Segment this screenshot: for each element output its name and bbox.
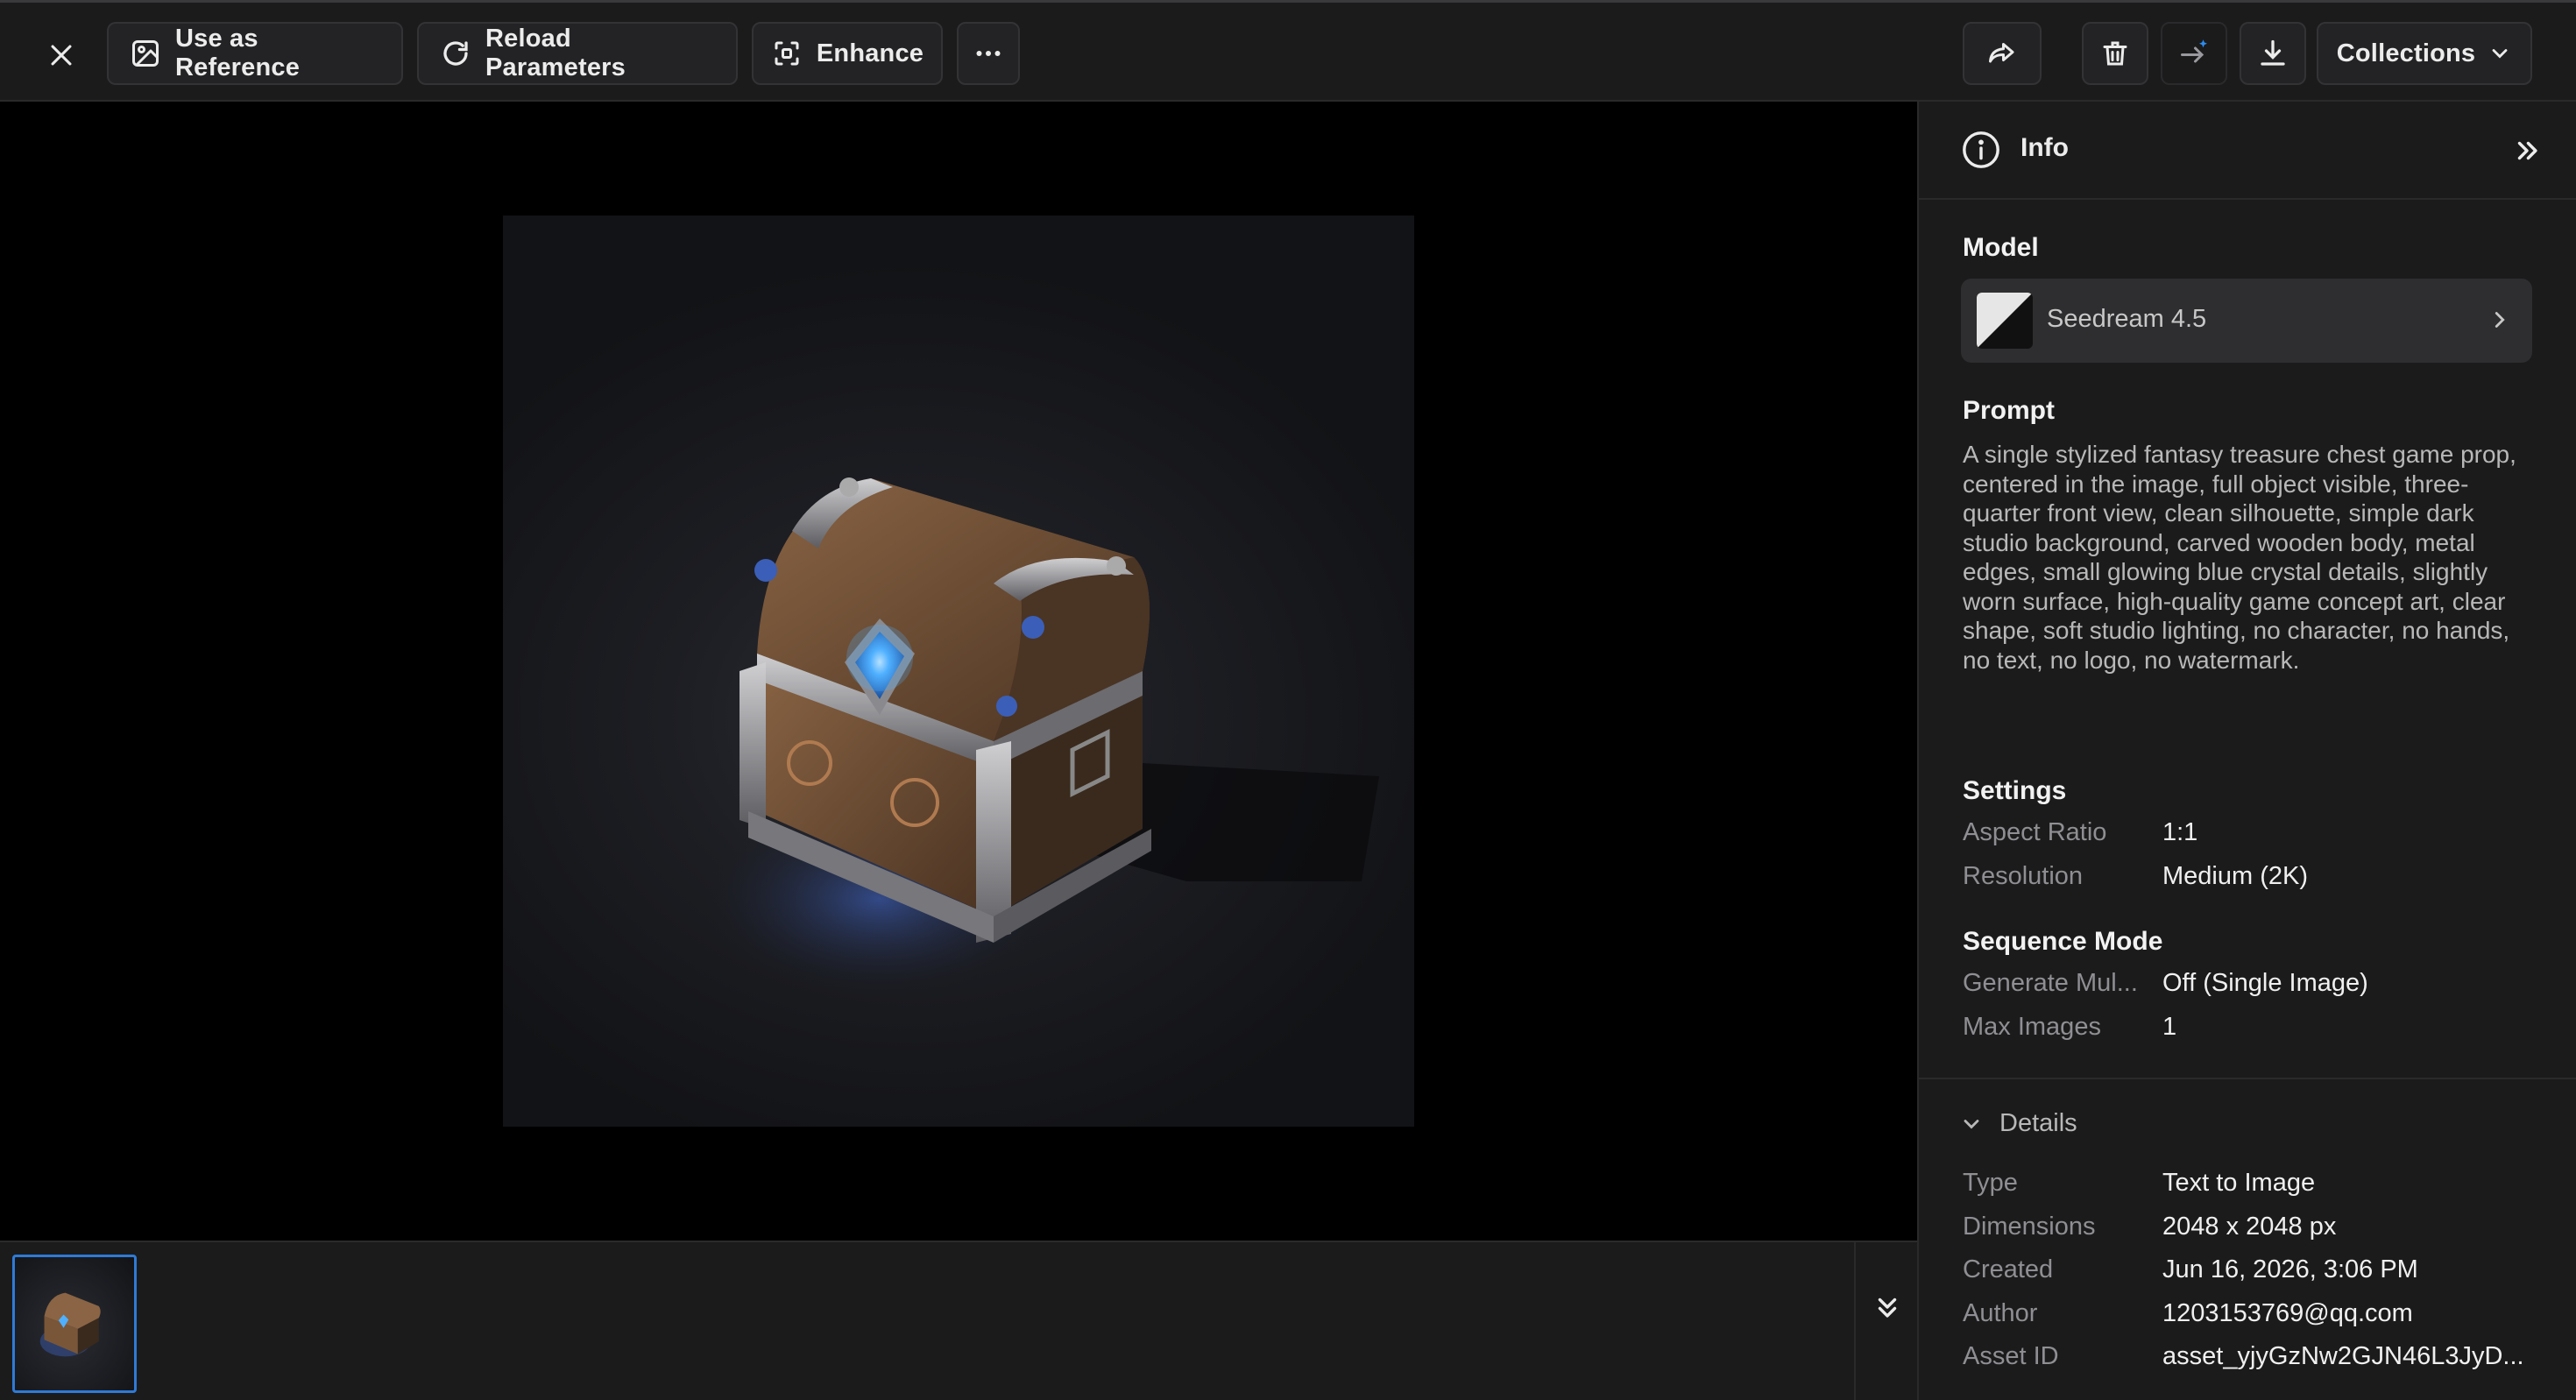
chevrons-right-icon — [2517, 141, 2537, 160]
detail-label: Dimensions — [1963, 1213, 2096, 1241]
use-as-reference-label: Use as Reference — [175, 25, 301, 81]
prompt-text: A single stylized fantasy treasure chest… — [1963, 441, 2516, 674]
detail-label: Type — [1963, 1169, 2018, 1197]
share-icon — [1989, 43, 2014, 63]
setting-label: Aspect Ratio — [1963, 818, 2107, 846]
image-viewer-app: Use as Reference Reload Parameters Enhan… — [0, 0, 2576, 1400]
enhance-label: Enhance — [816, 39, 924, 67]
detail-value: 2048 x 2048 px — [2162, 1213, 2337, 1241]
info-panel-header: Info — [1919, 102, 2576, 200]
treasure-chest-image — [704, 477, 1379, 995]
panel-divider — [1919, 1078, 2576, 1079]
collapse-strip-button[interactable] — [1866, 1286, 1908, 1328]
image-canvas — [0, 102, 1917, 1241]
sequence-value: Off (Single Image) — [2162, 969, 2368, 997]
chevron-down-icon — [1964, 1119, 1979, 1128]
chevron-right-icon — [2495, 312, 2505, 328]
thumbnail-strip — [0, 1241, 1917, 1400]
detail-value: 1203153769@qq.com — [2162, 1299, 2413, 1327]
more-options-button[interactable] — [957, 22, 1020, 85]
use-as-reference-button[interactable]: Use as Reference — [107, 22, 403, 85]
share-button[interactable] — [1963, 22, 2042, 85]
reload-parameters-button[interactable]: Reload Parameters — [417, 22, 738, 85]
sequence-value: 1 — [2162, 1013, 2177, 1041]
detail-label: Created — [1963, 1255, 2054, 1283]
send-to-button[interactable] — [2161, 22, 2227, 85]
details-toggle[interactable]: Details — [1959, 1109, 2077, 1138]
reload-parameters-label: Reload Parameters — [485, 25, 626, 81]
enhance-button[interactable]: Enhance — [752, 22, 943, 85]
strip-divider — [1854, 1242, 1856, 1400]
thumbnail-selected[interactable] — [12, 1255, 137, 1393]
close-icon — [51, 45, 72, 66]
setting-value: Medium (2K) — [2162, 862, 2308, 890]
collections-dropdown[interactable]: Collections — [2317, 22, 2532, 85]
collections-label: Collections — [2336, 39, 2476, 67]
top-toolbar: Use as Reference Reload Parameters Enhan… — [0, 0, 2576, 102]
info-icon — [1963, 131, 1999, 168]
chevrons-down-icon — [1878, 1297, 1897, 1318]
treasure-chest-thumbnail — [39, 1292, 101, 1357]
detail-label: Author — [1963, 1299, 2038, 1327]
sequence-section-title: Sequence Mode — [1963, 927, 2163, 956]
close-button[interactable] — [35, 29, 88, 81]
image-icon — [132, 40, 159, 67]
sequence-label: Max Images — [1963, 1013, 2101, 1041]
settings-section-title: Settings — [1963, 776, 2067, 805]
model-name: Seedream 4.5 — [2047, 305, 2207, 333]
model-thumbnail — [1977, 293, 2033, 349]
setting-label: Resolution — [1963, 862, 2084, 890]
info-title: Info — [2020, 133, 2069, 162]
send-sparkle-icon — [2181, 39, 2207, 63]
asset-id-value[interactable]: asset_yjyGzNw2GJN46L3JyD... — [2162, 1342, 2524, 1371]
generated-image[interactable] — [503, 216, 1414, 1127]
info-panel: Info Model Seedream 4.5 Prompt A single … — [1917, 102, 2576, 1400]
detail-value: Text to Image — [2162, 1169, 2316, 1197]
download-button[interactable] — [2240, 22, 2306, 85]
enhance-icon — [775, 41, 799, 66]
detail-label: Asset ID — [1963, 1342, 2059, 1370]
details-section-title: Details — [1999, 1109, 2077, 1137]
delete-button[interactable] — [2082, 22, 2148, 85]
reload-icon — [443, 41, 468, 66]
prompt-section-title: Prompt — [1963, 396, 2055, 425]
model-section-title: Model — [1963, 233, 2039, 262]
setting-value: 1:1 — [2162, 818, 2198, 846]
collapse-panel-button[interactable] — [2508, 131, 2546, 170]
sequence-label: Generate Mul... — [1963, 969, 2138, 997]
more-icon — [976, 51, 1001, 56]
chevron-down-icon — [2492, 49, 2508, 59]
detail-value: Jun 16, 2026, 3:06 PM — [2162, 1255, 2418, 1283]
download-icon — [2261, 39, 2285, 66]
model-selector[interactable]: Seedream 4.5 — [1961, 279, 2532, 363]
trash-icon — [2103, 41, 2127, 66]
